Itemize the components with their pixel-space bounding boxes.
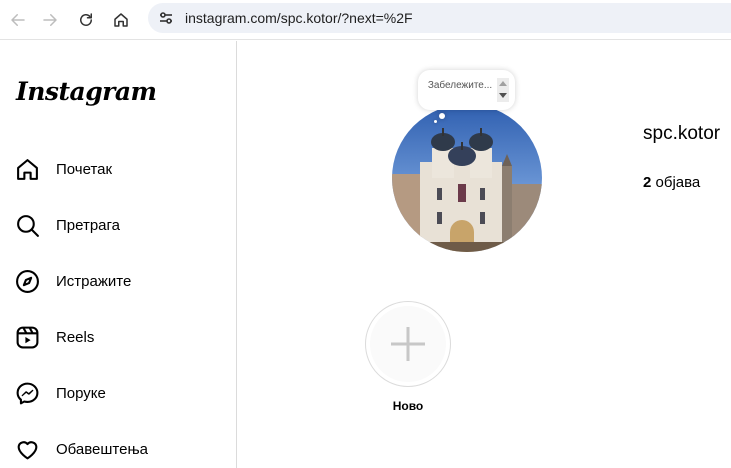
home-icon bbox=[17, 158, 38, 180]
note-scrollbar[interactable] bbox=[497, 78, 509, 102]
posts-count[interactable]: 2 објава bbox=[643, 174, 700, 191]
note-bubble-dot bbox=[434, 120, 437, 123]
home-button[interactable] bbox=[107, 6, 135, 34]
instagram-logo[interactable]: Instagram bbox=[16, 77, 157, 106]
sidebar: Instagram Почетак Претрага Истражите Ree… bbox=[0, 41, 237, 468]
reels-icon bbox=[16, 326, 39, 348]
forward-button[interactable] bbox=[36, 6, 64, 34]
note-bubble-dot bbox=[439, 113, 445, 119]
profile-username: spc.kotor bbox=[643, 123, 721, 144]
church-photo bbox=[392, 104, 542, 252]
reload-icon bbox=[80, 13, 92, 26]
sidebar-item-reels[interactable]: Reels bbox=[15, 321, 225, 353]
plus-icon bbox=[391, 327, 425, 361]
sidebar-item-messages[interactable]: Поруке bbox=[15, 377, 225, 409]
url-text[interactable]: instagram.com/spc.kotor/?next=%2F bbox=[185, 10, 413, 26]
sidebar-item-notifications[interactable]: Обавештења bbox=[15, 433, 225, 465]
scroll-up-icon[interactable] bbox=[499, 81, 507, 86]
home-icon bbox=[114, 13, 128, 27]
new-highlight-inner bbox=[370, 306, 446, 382]
scroll-down-icon[interactable] bbox=[499, 93, 507, 98]
note-text[interactable]: Забележите... bbox=[426, 80, 494, 92]
messenger-icon bbox=[16, 382, 39, 404]
note-bubble[interactable]: Забележите... bbox=[418, 70, 515, 110]
browser-toolbar: instagram.com/spc.kotor/?next=%2F bbox=[0, 0, 731, 40]
sidebar-item-label: Поруке bbox=[56, 384, 106, 402]
posts-count-value: 2 bbox=[643, 174, 652, 191]
new-highlight-label: Ново bbox=[392, 399, 424, 413]
new-highlight-button[interactable] bbox=[365, 301, 451, 387]
sidebar-item-label: Претрага bbox=[56, 216, 121, 234]
profile-avatar[interactable] bbox=[392, 104, 542, 252]
profile-main: Забележите... spc.kotor 2 објава Ново bbox=[238, 41, 731, 468]
sidebar-item-explore[interactable]: Истражите bbox=[15, 265, 225, 297]
sidebar-item-label: Обавештења bbox=[56, 440, 149, 458]
compass-icon bbox=[16, 269, 39, 293]
sidebar-item-label: Истражите bbox=[56, 272, 132, 290]
posts-count-label: објава bbox=[655, 174, 701, 191]
site-settings-icon[interactable] bbox=[158, 10, 174, 26]
back-arrow-icon bbox=[11, 14, 25, 26]
sidebar-item-search[interactable]: Претрага bbox=[15, 209, 225, 241]
sidebar-item-label: Reels bbox=[56, 328, 95, 346]
sidebar-item-label: Почетак bbox=[56, 160, 113, 178]
reload-button[interactable] bbox=[72, 6, 100, 34]
heart-icon bbox=[17, 440, 38, 459]
forward-arrow-icon bbox=[43, 14, 57, 26]
back-button[interactable] bbox=[4, 6, 32, 34]
sidebar-item-home[interactable]: Почетак bbox=[15, 153, 225, 185]
search-icon bbox=[17, 214, 39, 237]
address-bar[interactable]: instagram.com/spc.kotor/?next=%2F bbox=[148, 3, 731, 33]
